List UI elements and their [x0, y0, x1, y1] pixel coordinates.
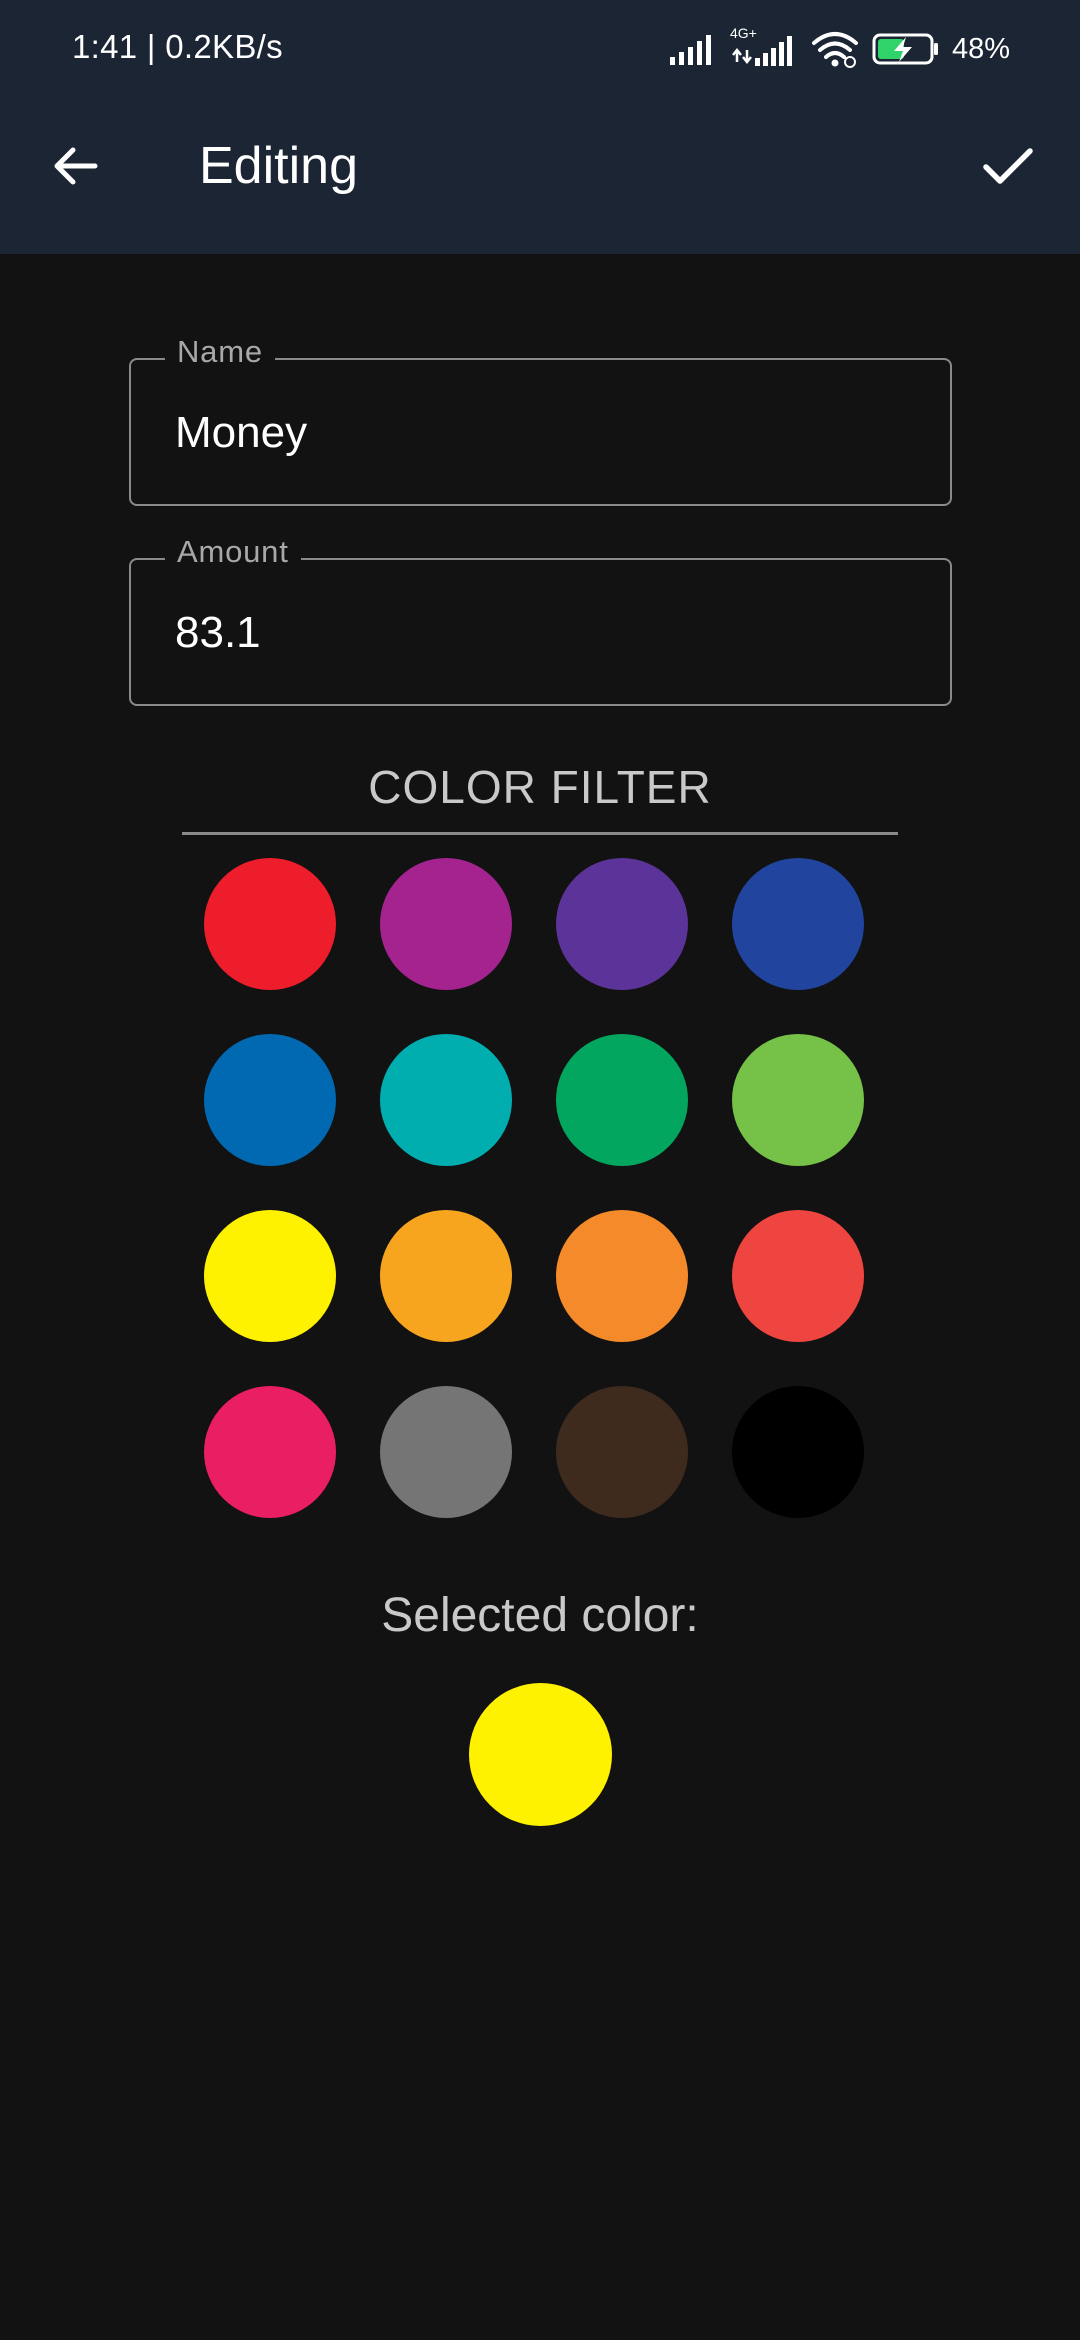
- color-swatch-9[interactable]: [204, 1210, 336, 1342]
- battery-percent: 48%: [951, 32, 1010, 65]
- arrow-back-icon: [54, 147, 98, 185]
- signal-icon: [669, 35, 711, 65]
- name-field-value[interactable]: Money: [175, 408, 307, 458]
- color-swatch-6[interactable]: [380, 1034, 512, 1166]
- status-time: 1:41 | 0.2KB/s: [72, 28, 283, 65]
- selected-color-swatch: [469, 1683, 612, 1826]
- back-button[interactable]: [40, 130, 112, 202]
- app-bar: Editing: [0, 100, 1080, 254]
- color-swatch-12[interactable]: [732, 1210, 864, 1342]
- check-icon: [983, 148, 1033, 184]
- amount-field[interactable]: Amount 83.1: [129, 534, 952, 706]
- color-grid: [204, 858, 864, 1518]
- color-swatch-3[interactable]: [556, 858, 688, 990]
- color-swatch-15[interactable]: [556, 1386, 688, 1518]
- color-filter-divider: [182, 832, 898, 835]
- selected-color-label: Selected color:: [381, 1589, 699, 1642]
- confirm-button[interactable]: [970, 128, 1046, 204]
- amount-field-label: Amount: [165, 534, 301, 570]
- signal-4g-icon: 4G+: [730, 25, 798, 69]
- color-swatch-4[interactable]: [732, 858, 864, 990]
- name-field-label: Name: [165, 334, 275, 370]
- color-swatch-10[interactable]: [380, 1210, 512, 1342]
- name-field[interactable]: Name Money: [129, 334, 952, 506]
- color-swatch-7[interactable]: [556, 1034, 688, 1166]
- color-swatch-1[interactable]: [204, 858, 336, 990]
- color-swatch-2[interactable]: [380, 858, 512, 990]
- color-filter-title: COLOR FILTER: [368, 761, 712, 813]
- color-swatch-14[interactable]: [380, 1386, 512, 1518]
- color-swatch-5[interactable]: [204, 1034, 336, 1166]
- amount-field-value[interactable]: 83.1: [175, 608, 261, 658]
- color-swatch-11[interactable]: [556, 1210, 688, 1342]
- battery-charging-icon: [872, 33, 938, 65]
- wifi-icon: [811, 32, 858, 68]
- status-bar: 1:41 | 0.2KB/s 4G+ 48%: [0, 0, 1080, 100]
- color-swatch-8[interactable]: [732, 1034, 864, 1166]
- color-swatch-13[interactable]: [204, 1386, 336, 1518]
- status-icons: 4G+ 48%: [668, 25, 1010, 72]
- page-title: Editing: [199, 137, 358, 195]
- color-swatch-16[interactable]: [732, 1386, 864, 1518]
